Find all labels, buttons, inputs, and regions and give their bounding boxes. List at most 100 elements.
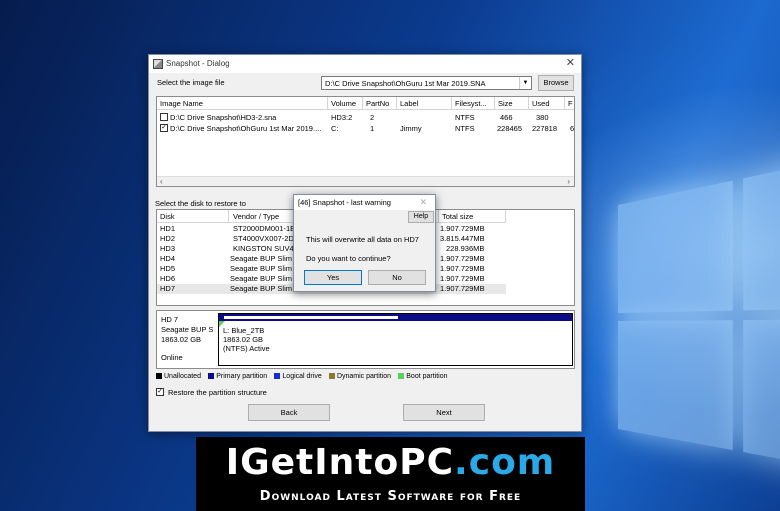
restore-structure-label[interactable]: Restore the partition structure bbox=[168, 388, 267, 397]
disk-id: HD5 bbox=[160, 264, 176, 273]
legend-label: Dynamic partition bbox=[336, 373, 392, 380]
legend-item: Unallocated bbox=[156, 373, 201, 380]
partition-size: 1863.02 GB bbox=[223, 335, 264, 344]
disk-vendor: ST4000VX007-2DT bbox=[233, 234, 297, 243]
partition-fs: (NTFS) Active bbox=[223, 344, 270, 353]
browse-button[interactable]: Browse bbox=[538, 75, 574, 91]
disk-vendor: Seagate BUP Slim B bbox=[230, 284, 297, 293]
disk-vendor: ST2000DM001-1ER bbox=[233, 224, 297, 233]
warning-title: [46] Snapshot - last warning bbox=[298, 198, 391, 207]
scroll-right-icon[interactable]: › bbox=[567, 177, 570, 186]
windows-logo bbox=[618, 133, 780, 511]
legend-swatch bbox=[156, 373, 162, 379]
close-icon[interactable]: ✕ bbox=[566, 57, 575, 69]
snapshot-app-icon bbox=[153, 59, 163, 69]
next-button[interactable]: Next bbox=[403, 404, 485, 421]
disk-vendor: Seagate BUP Slim B bbox=[230, 254, 297, 263]
horizontal-scrollbar[interactable]: ‹ › bbox=[157, 176, 574, 186]
partition-details: L: Blue_2TB 1863.02 GB (NTFS) Active bbox=[223, 326, 270, 353]
disk-vendor: Seagate BUP Slim B bbox=[230, 274, 297, 283]
disk-size: 1.907.729MB bbox=[440, 254, 485, 263]
image-row-name[interactable]: D:\C Drive Snapshot\OhGuru 1st Mar 2019.… bbox=[170, 124, 326, 133]
legend-swatch bbox=[328, 373, 335, 379]
col-image-name[interactable]: Image Name bbox=[157, 97, 328, 110]
disk-id: HD3 bbox=[160, 244, 176, 253]
legend-item: Dynamic partition bbox=[328, 373, 392, 380]
col-volume[interactable]: Volume bbox=[328, 97, 363, 110]
chevron-down-icon[interactable]: ▼ bbox=[519, 77, 531, 89]
partition-usage-bar bbox=[223, 315, 399, 320]
legend-item: Logical drive bbox=[274, 373, 322, 380]
disk-vendor-short: Seagate BUP S bbox=[161, 325, 214, 334]
disk-id: HD7 bbox=[160, 284, 176, 293]
disk-size: 1.907.729MB bbox=[440, 224, 485, 233]
col-total-size[interactable]: Total size bbox=[439, 210, 506, 223]
disk-id: HD6 bbox=[160, 274, 176, 283]
image-row-label: Jimmy bbox=[400, 124, 422, 133]
disk-size: 1.907.729MB bbox=[440, 264, 485, 273]
image-row-fs: NTFS bbox=[455, 113, 475, 122]
image-row-used: 380 bbox=[536, 113, 549, 122]
image-path-value: D:\C Drive Snapshot\OhGuru 1st Mar 2019.… bbox=[325, 79, 486, 88]
disk-id: HD2 bbox=[160, 234, 176, 243]
disk-info: HD 7 Seagate BUP S 1863.02 GB Online bbox=[161, 315, 217, 363]
col-filesystem[interactable]: Filesyst... bbox=[452, 97, 495, 110]
disk-id: HD4 bbox=[160, 254, 176, 263]
back-button[interactable]: Back bbox=[248, 404, 330, 421]
close-icon[interactable]: ✕ bbox=[419, 197, 427, 208]
legend-label: Boot partition bbox=[406, 373, 448, 380]
image-row-size: 228465 bbox=[497, 124, 523, 133]
select-image-label: Select the image file bbox=[157, 78, 225, 87]
image-row-checkbox[interactable]: ✓ bbox=[160, 124, 168, 132]
banner-subtitle: Download Latest Software for Free bbox=[259, 489, 522, 504]
col-disk[interactable]: Disk bbox=[157, 210, 229, 223]
warning-message: This will overwrite all data on HD7 bbox=[306, 235, 419, 244]
disk-name: HD 7 bbox=[161, 315, 179, 324]
legend-item: Boot partition bbox=[398, 373, 448, 380]
legend-item: Primary partition bbox=[208, 373, 267, 380]
partition-legend: Unallocated Primary partition Logical dr… bbox=[156, 371, 453, 383]
image-path-combo[interactable]: D:\C Drive Snapshot\OhGuru 1st Mar 2019.… bbox=[321, 76, 532, 90]
legend-label: Unallocated bbox=[164, 373, 201, 380]
col-partno[interactable]: PartNo bbox=[363, 97, 397, 110]
help-button[interactable]: Help bbox=[408, 211, 434, 223]
col-extra[interactable]: F bbox=[565, 97, 574, 110]
col-label[interactable]: Label bbox=[397, 97, 452, 110]
restore-structure-checkbox[interactable]: ✓ bbox=[156, 388, 164, 396]
no-button[interactable]: No bbox=[368, 270, 426, 285]
image-list[interactable]: Image Name Volume PartNo Label Filesyst.… bbox=[156, 96, 575, 187]
legend-label: Logical drive bbox=[282, 373, 322, 380]
select-disk-label: Select the disk to restore to bbox=[155, 199, 246, 208]
yes-button[interactable]: Yes bbox=[304, 270, 362, 285]
partition-block[interactable]: L: Blue_2TB 1863.02 GB (NTFS) Active bbox=[218, 313, 573, 366]
disk-size: 3.815.447MB bbox=[440, 234, 485, 243]
image-row-size: 466 bbox=[500, 113, 513, 122]
disk-size: 228.936MB bbox=[446, 244, 485, 253]
banner-logo-text: IGetIntoPC.com bbox=[196, 441, 585, 485]
watermark-banner: IGetIntoPC.com Download Latest Software … bbox=[196, 437, 585, 511]
disk-vendor: KINGSTON SUV400 bbox=[233, 244, 297, 253]
banner-text-domain: .com bbox=[454, 442, 556, 483]
warning-question: Do you want to continue? bbox=[306, 254, 391, 263]
image-row-extra: 6 bbox=[570, 124, 575, 133]
col-used[interactable]: Used bbox=[529, 97, 565, 110]
partition-map[interactable]: HD 7 Seagate BUP S 1863.02 GB Online L: … bbox=[156, 310, 575, 369]
image-row-partno: 2 bbox=[370, 113, 375, 122]
scroll-left-icon[interactable]: ‹ bbox=[160, 177, 163, 186]
warning-titlebar: [46] Snapshot - last warning ✕ bbox=[294, 195, 435, 210]
disk-size: 1.907.729MB bbox=[440, 284, 485, 293]
disk-vendor: Seagate BUP Slim B bbox=[230, 264, 297, 273]
banner-text-pc: PC bbox=[399, 442, 455, 483]
partition-label: L: Blue_2TB bbox=[223, 326, 265, 335]
col-size[interactable]: Size bbox=[495, 97, 529, 110]
legend-swatch bbox=[398, 373, 405, 379]
image-row-used: 227818 bbox=[532, 124, 558, 133]
disk-capacity: 1863.02 GB bbox=[161, 335, 202, 344]
legend-swatch bbox=[208, 373, 215, 379]
image-row-name[interactable]: D:\C Drive Snapshot\HD3-2.sna bbox=[170, 113, 326, 122]
legend-label: Primary partition bbox=[216, 373, 268, 380]
disk-size: 1.907.729MB bbox=[440, 274, 485, 283]
last-warning-dialog: [46] Snapshot - last warning ✕ Help This… bbox=[293, 194, 436, 292]
image-row-checkbox[interactable] bbox=[160, 113, 168, 121]
dialog-title: Snapshot - Dialog bbox=[166, 59, 230, 68]
